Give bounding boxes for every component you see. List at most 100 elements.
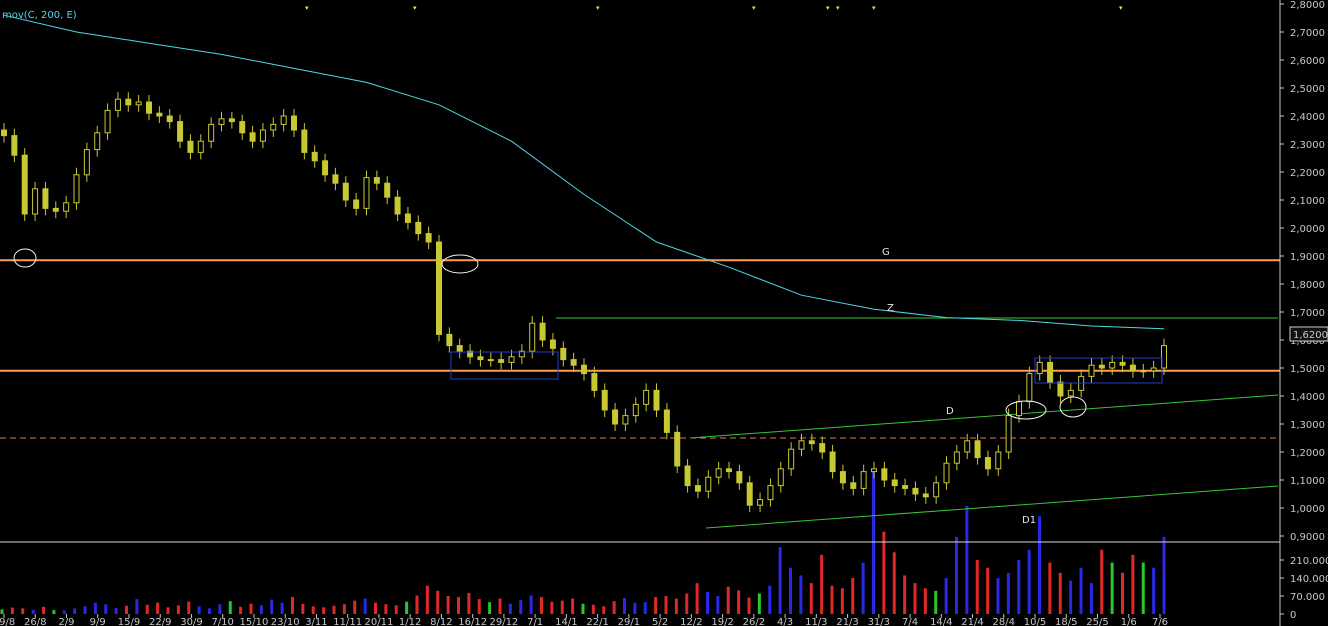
candle-body — [529, 322, 536, 352]
volume-bar — [540, 597, 543, 614]
event-marker[interactable]: ▾ — [872, 4, 876, 12]
volume-bar — [104, 604, 108, 614]
date-label: 10/5 — [1024, 617, 1046, 626]
volume-bar — [934, 590, 938, 614]
volume-bar — [270, 599, 274, 614]
volume-bar — [1162, 536, 1166, 614]
date-label: 31/3 — [868, 617, 890, 626]
candle-body — [94, 132, 101, 151]
date-label: 16/12 — [458, 617, 487, 626]
date-label: 30/9 — [180, 617, 202, 626]
volume-bar — [187, 601, 191, 614]
candle-body — [653, 389, 660, 411]
candle-body — [591, 373, 598, 391]
candle-body — [291, 115, 297, 131]
candle-body — [363, 177, 370, 209]
price-tick-label: 0,9000 — [1290, 532, 1325, 543]
volume-tick-label: 140.000 — [1290, 574, 1328, 585]
candle-body — [1140, 370, 1147, 373]
volume-bar — [996, 578, 1000, 614]
date-label: 1/6 — [1121, 617, 1137, 626]
candle-body — [73, 174, 80, 204]
volume-bar — [965, 506, 969, 614]
candle-body — [487, 359, 494, 362]
date-label: 25/5 — [1086, 617, 1108, 626]
volume-bar — [477, 599, 481, 614]
date-label: 18/5 — [1055, 617, 1077, 626]
event-marker[interactable]: ▾ — [305, 4, 309, 12]
candle[interactable] — [363, 170, 370, 216]
candle-body — [1036, 361, 1043, 375]
volume-bar — [145, 604, 149, 614]
volume-bar — [664, 596, 668, 614]
candle-body — [1088, 364, 1095, 377]
volume-bar — [342, 604, 346, 614]
price-tick-label: 2,0000 — [1290, 224, 1325, 235]
candle-body — [933, 482, 940, 498]
volume-bar — [986, 567, 990, 614]
volume-bar — [737, 590, 741, 614]
volume-bar — [602, 606, 606, 614]
candle[interactable] — [674, 425, 681, 473]
candle-body — [850, 482, 857, 489]
volume-bar — [52, 610, 56, 614]
candle-body — [964, 440, 971, 453]
price-tick-label: 2,2000 — [1290, 168, 1325, 179]
candle[interactable] — [21, 148, 28, 221]
event-marker[interactable]: ▾ — [826, 4, 830, 12]
volume-bar — [757, 593, 761, 614]
volume-bar — [529, 595, 533, 614]
candle-body — [1129, 364, 1136, 372]
event-marker[interactable]: ▾ — [752, 4, 756, 12]
stock-chart[interactable]: G Z D D1 ▾ ▾ ▾ ▾ ▾ ▾ ▾ ▾ 0,9000 1,0000 1,1… — [0, 0, 1328, 626]
volume-bar — [0, 609, 4, 614]
date-label: 22/9 — [149, 617, 171, 626]
volume-bar — [851, 578, 855, 614]
annotation-d: D — [946, 406, 954, 417]
date-label: 12/2 — [680, 617, 702, 626]
volume-bar — [42, 606, 45, 614]
candle-body — [1, 129, 7, 137]
volume-bar — [415, 595, 419, 614]
candle-body — [767, 485, 774, 501]
event-marker[interactable]: ▾ — [413, 4, 417, 12]
candle-body — [808, 440, 815, 445]
indicator-label: mov(C, 200, E) — [2, 10, 77, 21]
event-marker[interactable]: ▾ — [596, 4, 600, 12]
volume-bar — [332, 605, 336, 614]
date-label: 3/11 — [305, 617, 327, 626]
candle[interactable] — [436, 235, 442, 342]
volume-bar — [955, 536, 958, 614]
volume-bar — [166, 607, 170, 614]
volume-bar — [436, 590, 440, 614]
candle-body — [239, 121, 246, 134]
date-label: 7/1 — [527, 617, 543, 626]
volume-bar — [913, 583, 917, 614]
candle-body — [114, 98, 121, 111]
candle-body — [166, 115, 173, 123]
volume-bar — [374, 602, 377, 614]
volume-bar — [1058, 572, 1062, 614]
candle-body — [1067, 389, 1074, 397]
candle-body — [871, 468, 877, 473]
volume-bar — [291, 597, 294, 614]
volume-bar — [799, 575, 803, 614]
date-label: 29/1 — [618, 617, 640, 626]
candle-body — [777, 468, 784, 487]
date-label: 7/4 — [902, 617, 918, 626]
candle-body — [280, 115, 287, 125]
candle-body — [32, 188, 39, 215]
volume-bar — [228, 601, 232, 614]
volume-bar — [1038, 516, 1041, 614]
price-tick-label: 2,5000 — [1290, 84, 1325, 95]
volume-bar — [1089, 583, 1093, 614]
event-marker[interactable]: ▾ — [1119, 4, 1123, 12]
event-marker[interactable]: ▾ — [836, 4, 840, 12]
candle-body — [1150, 367, 1157, 372]
volume-bar — [716, 596, 720, 614]
date-label: 23/10 — [271, 617, 300, 626]
date-label: 15/9 — [118, 617, 140, 626]
date-label: 21/3 — [836, 617, 858, 626]
volume-bar — [280, 602, 284, 614]
candle-body — [208, 123, 215, 142]
